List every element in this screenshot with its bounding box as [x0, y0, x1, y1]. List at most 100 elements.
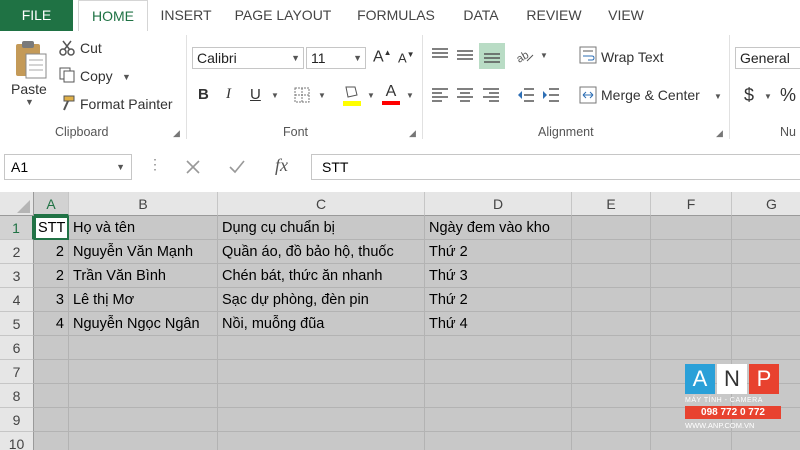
format-painter-button[interactable]: Format Painter [80, 96, 173, 112]
merge-dropdown-arrow[interactable]: ▼ [714, 92, 722, 101]
column-header-a[interactable]: A [34, 192, 69, 216]
row-header-1[interactable]: 1 [0, 216, 34, 240]
borders-dropdown-arrow[interactable]: ▼ [318, 91, 326, 100]
increase-indent-icon[interactable] [541, 85, 561, 105]
merge-center-icon[interactable] [578, 85, 598, 105]
cell-b6[interactable] [69, 336, 218, 360]
cut-icon[interactable] [58, 39, 76, 57]
cell-e5[interactable] [572, 312, 651, 336]
fill-color-dropdown-arrow[interactable]: ▼ [367, 91, 375, 100]
column-header-f[interactable]: F [651, 192, 732, 216]
font-size-select[interactable]: 11 ▼ [306, 47, 366, 69]
column-header-e[interactable]: E [572, 192, 651, 216]
cell-g6[interactable] [732, 336, 800, 360]
cell-a6[interactable] [34, 336, 69, 360]
align-left-icon[interactable] [430, 85, 450, 105]
font-color-dropdown-arrow[interactable]: ▼ [406, 91, 414, 100]
cell-c7[interactable] [218, 360, 425, 384]
align-middle-icon[interactable] [455, 45, 475, 65]
decrease-indent-icon[interactable] [516, 85, 536, 105]
clipboard-launcher-icon[interactable]: ◢ [173, 128, 180, 139]
cell-b8[interactable] [69, 384, 218, 408]
cell-b10[interactable] [69, 432, 218, 450]
confirm-entry-icon[interactable] [226, 156, 248, 178]
orientation-dropdown-arrow[interactable]: ▼ [540, 51, 548, 60]
cell-a10[interactable] [34, 432, 69, 450]
font-launcher-icon[interactable]: ◢ [409, 128, 416, 139]
cell-e8[interactable] [572, 384, 651, 408]
name-box[interactable]: A1 ▼ [4, 154, 132, 180]
cell-g3[interactable] [732, 264, 800, 288]
copy-dropdown-arrow[interactable]: ▼ [122, 72, 131, 82]
fill-color-icon[interactable] [340, 83, 364, 107]
align-bottom-icon[interactable] [479, 43, 505, 69]
cell-g1[interactable] [732, 216, 800, 240]
cell-f3[interactable] [651, 264, 732, 288]
cell-d7[interactable] [425, 360, 572, 384]
cell-g10[interactable] [732, 432, 800, 450]
row-header-2[interactable]: 2 [0, 240, 34, 264]
column-header-d[interactable]: D [425, 192, 572, 216]
cell-f4[interactable] [651, 288, 732, 312]
row-header-5[interactable]: 5 [0, 312, 34, 336]
percent-button[interactable]: % [780, 85, 796, 106]
row-header-6[interactable]: 6 [0, 336, 34, 360]
cell-f6[interactable] [651, 336, 732, 360]
tab-review[interactable]: REVIEW [524, 0, 584, 31]
row-header-3[interactable]: 3 [0, 264, 34, 288]
cell-d6[interactable] [425, 336, 572, 360]
cell-b7[interactable] [69, 360, 218, 384]
align-right-icon[interactable] [481, 85, 501, 105]
cell-d10[interactable] [425, 432, 572, 450]
cell-e9[interactable] [572, 408, 651, 432]
paste-icon[interactable] [10, 37, 50, 81]
cell-a8[interactable] [34, 384, 69, 408]
copy-icon[interactable] [58, 66, 76, 84]
row-header-8[interactable]: 8 [0, 384, 34, 408]
italic-button[interactable]: I [226, 86, 231, 103]
copy-button[interactable]: Copy [80, 68, 113, 84]
alignment-launcher-icon[interactable]: ◢ [716, 128, 723, 139]
tab-page-layout[interactable]: PAGE LAYOUT [234, 0, 332, 31]
column-header-b[interactable]: B [69, 192, 218, 216]
cell-c8[interactable] [218, 384, 425, 408]
tab-view[interactable]: VIEW [605, 0, 647, 31]
currency-dropdown-arrow[interactable]: ▼ [764, 92, 772, 101]
cell-f1[interactable] [651, 216, 732, 240]
cell-e3[interactable] [572, 264, 651, 288]
formula-input[interactable]: STT [311, 154, 800, 180]
tab-file[interactable]: FILE [0, 0, 73, 31]
cell-e4[interactable] [572, 288, 651, 312]
orientation-icon[interactable]: ab [514, 45, 536, 65]
cell-e6[interactable] [572, 336, 651, 360]
row-header-9[interactable]: 9 [0, 408, 34, 432]
cell-a7[interactable] [34, 360, 69, 384]
font-color-icon[interactable]: A [380, 81, 402, 107]
bold-button[interactable]: B [198, 86, 209, 103]
row-header-7[interactable]: 7 [0, 360, 34, 384]
align-center-icon[interactable] [455, 85, 475, 105]
tab-data[interactable]: DATA [459, 0, 503, 31]
cell-a9[interactable] [34, 408, 69, 432]
select-all-button[interactable] [0, 192, 34, 216]
cell-c10[interactable] [218, 432, 425, 450]
underline-button[interactable]: U [250, 86, 261, 103]
cancel-entry-icon[interactable] [182, 156, 204, 178]
row-header-10[interactable]: 10 [0, 432, 34, 450]
cell-f5[interactable] [651, 312, 732, 336]
shrink-font-button[interactable]: A▼ [398, 50, 415, 65]
cell-d9[interactable] [425, 408, 572, 432]
cell-e2[interactable] [572, 240, 651, 264]
grow-font-button[interactable]: A▲ [373, 48, 392, 66]
tab-home[interactable]: HOME [78, 0, 148, 32]
wrap-text-icon[interactable] [578, 45, 598, 65]
cell-c6[interactable] [218, 336, 425, 360]
align-top-icon[interactable] [430, 45, 450, 65]
number-format-select[interactable]: General [735, 47, 800, 69]
column-header-g[interactable]: G [732, 192, 800, 216]
cell-e7[interactable] [572, 360, 651, 384]
underline-dropdown-arrow[interactable]: ▼ [271, 91, 279, 100]
format-painter-icon[interactable] [58, 94, 76, 112]
tab-insert[interactable]: INSERT [160, 0, 212, 31]
paste-dropdown-arrow[interactable]: ▼ [25, 97, 34, 107]
